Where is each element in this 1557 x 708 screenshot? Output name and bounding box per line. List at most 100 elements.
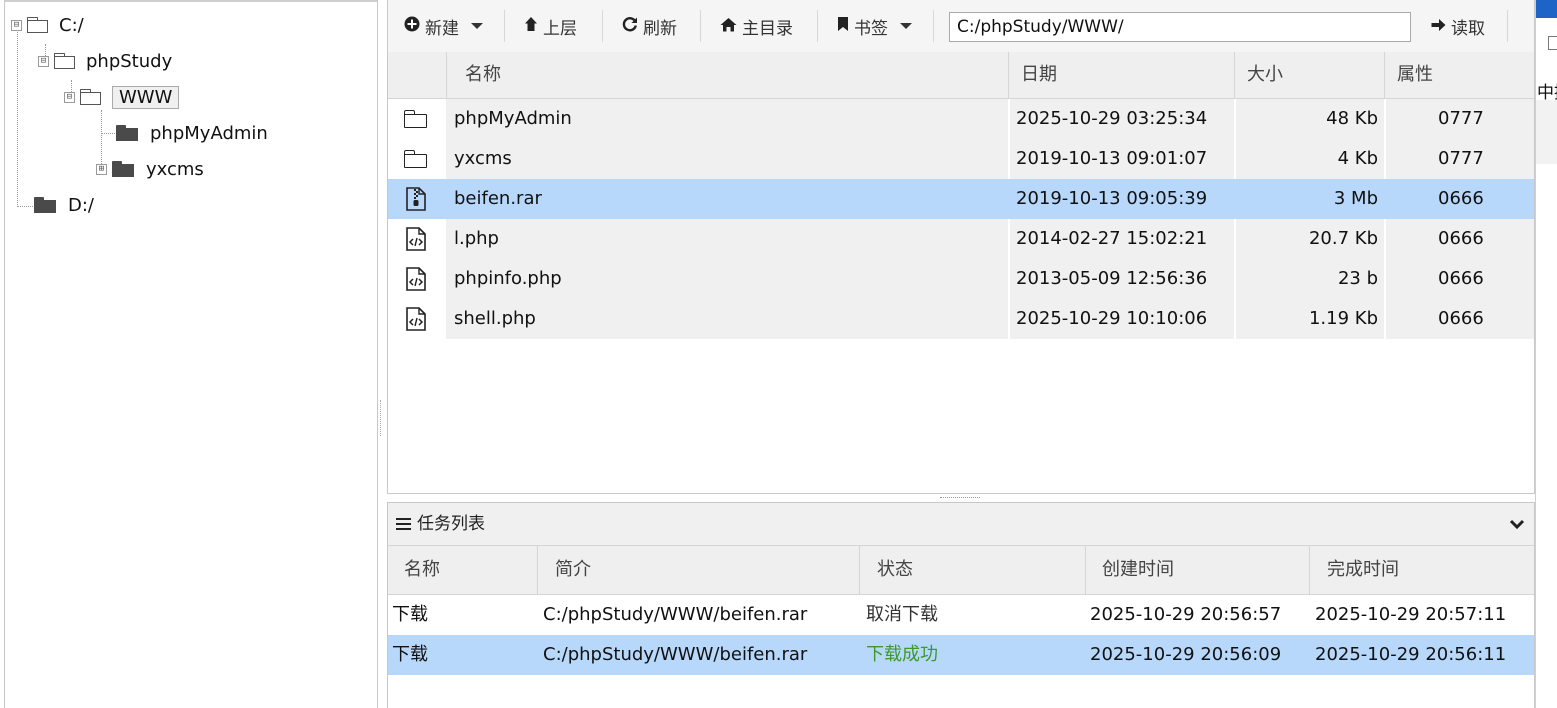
column-divider — [1008, 259, 1010, 299]
file-name[interactable]: shell.php — [454, 299, 536, 339]
task-finished: 2025-10-29 20:56:11 — [1315, 644, 1507, 665]
toolbar-divider — [602, 10, 603, 42]
column-header-attr[interactable]: 属性 — [1384, 52, 1534, 98]
bookmark-label: 书签 — [854, 18, 888, 39]
column-header-size[interactable]: 大小 — [1234, 52, 1384, 98]
tree-node-d-drive[interactable]: D:/ — [34, 190, 94, 220]
file-icon-cell — [388, 179, 446, 219]
home-button[interactable]: 主目录 — [720, 12, 793, 40]
file-row[interactable]: phpMyAdmin 2025-10-29 03:25:34 48 Kb 0777 — [388, 99, 1534, 139]
task-row[interactable]: 下载 C:/phpStudy/WWW/beifen.rar 下载成功 2025-10-… — [388, 635, 1534, 675]
tree-node-label-selected[interactable]: WWW — [112, 85, 180, 109]
task-column-created[interactable]: 创建时间 — [1085, 546, 1309, 594]
read-button[interactable]: 读取 — [1431, 12, 1485, 40]
task-desc: C:/phpStudy/WWW/beifen.rar — [543, 644, 808, 665]
task-status: 取消下载 — [866, 604, 938, 625]
file-name[interactable]: phpMyAdmin — [454, 99, 572, 139]
task-created: 2025-10-29 20:56:09 — [1090, 644, 1282, 665]
task-column-name[interactable]: 名称 — [388, 546, 537, 594]
task-panel-title: 任务列表 — [396, 503, 485, 545]
panel-resize-grip[interactable] — [940, 497, 980, 498]
file-icon-cell — [388, 99, 446, 139]
task-row[interactable]: 下载 C:/phpStudy/WWW/beifen.rar 取消下载 2025-10-… — [388, 595, 1534, 635]
tree-node-label[interactable]: C:/ — [59, 15, 84, 36]
file-attr[interactable]: 0666 — [1438, 299, 1484, 339]
task-column-desc[interactable]: 简介 — [537, 546, 859, 594]
background-window-panel — [1536, 100, 1557, 164]
file-row[interactable]: phpinfo.php 2013-05-09 12:56:36 23 b 0666 — [388, 259, 1534, 299]
tree-node-www[interactable]: ⊟ WWW — [64, 82, 180, 112]
task-column-status[interactable]: 状态 — [859, 546, 1085, 594]
task-list-panel: 任务列表 名称 简介 状态 创建时间 完成时间 下载 C:/phpStudy/WW… — [387, 502, 1535, 708]
toolbar-divider — [1507, 10, 1508, 42]
folder-icon — [112, 161, 134, 177]
arrow-up-icon — [524, 16, 538, 36]
file-date: 2019-10-13 09:01:07 — [1016, 148, 1208, 169]
column-divider — [1008, 299, 1010, 339]
file-table-header: 名称 日期 大小 属性 — [388, 52, 1534, 99]
collapse-icon[interactable]: ⊟ — [38, 55, 49, 67]
splitter-grip[interactable] — [380, 400, 381, 436]
tree-connector — [101, 133, 117, 134]
column-header-date[interactable]: 日期 — [1008, 52, 1234, 98]
archive-file-icon — [406, 187, 426, 211]
column-divider — [1008, 179, 1010, 219]
task-name: 下载 — [392, 604, 428, 625]
collapse-icon[interactable]: ⊟ — [11, 19, 22, 31]
column-divider — [1384, 259, 1386, 299]
read-label: 读取 — [1451, 18, 1485, 39]
pane-splitter[interactable] — [378, 0, 386, 708]
tree-node-label[interactable]: D:/ — [68, 195, 94, 216]
collapse-icon[interactable]: ⊟ — [64, 91, 75, 103]
new-button[interactable]: 新建 — [404, 12, 483, 40]
code-file-icon — [406, 267, 426, 291]
task-column-finished[interactable]: 完成时间 — [1309, 546, 1534, 594]
file-row[interactable]: beifen.rar 2019-10-13 09:05:39 3 Mb 0666 — [388, 179, 1534, 219]
column-divider — [1008, 99, 1010, 139]
file-date: 2013-05-09 12:56:36 — [1016, 268, 1208, 289]
folder-icon — [404, 150, 429, 168]
column-divider — [1008, 139, 1010, 179]
home-label: 主目录 — [742, 18, 793, 39]
column-divider — [1384, 179, 1386, 219]
file-attr[interactable]: 0777 — [1438, 99, 1484, 139]
folder-icon — [404, 110, 429, 128]
file-name[interactable]: phpinfo.php — [454, 259, 562, 299]
tree-node-label[interactable]: phpStudy — [86, 51, 172, 72]
task-created: 2025-10-29 20:56:57 — [1090, 604, 1282, 625]
tree-node-phpstudy[interactable]: ⊟ phpStudy — [38, 46, 172, 76]
file-name[interactable]: beifen.rar — [454, 179, 542, 219]
tree-node-label[interactable]: yxcms — [146, 159, 204, 180]
column-divider — [1384, 299, 1386, 339]
path-input[interactable] — [949, 12, 1411, 42]
expand-icon[interactable]: ⊞ — [96, 163, 107, 175]
chevron-down-icon[interactable] — [1508, 515, 1526, 533]
toolbar-divider — [817, 10, 818, 42]
file-row[interactable]: shell.php 2025-10-29 10:10:06 1.19 Kb 0666 — [388, 299, 1534, 339]
code-file-icon — [406, 307, 426, 331]
file-name[interactable]: l.php — [454, 219, 499, 259]
file-date: 2025-10-29 03:25:34 — [1016, 108, 1208, 129]
refresh-button[interactable]: 刷新 — [622, 12, 677, 40]
file-attr[interactable]: 0666 — [1438, 259, 1484, 299]
file-row[interactable]: l.php 2014-02-27 15:02:21 20.7 Kb 0666 — [388, 219, 1534, 259]
up-level-button[interactable]: 上层 — [524, 12, 577, 40]
file-name[interactable]: yxcms — [454, 139, 512, 179]
file-date: 2014-02-27 15:02:21 — [1016, 228, 1208, 249]
tree-node-c-drive[interactable]: ⊟ C:/ — [11, 10, 84, 40]
bookmark-button[interactable]: 书签 — [837, 12, 912, 40]
tree-node-yxcms[interactable]: ⊞ yxcms — [96, 154, 204, 184]
file-icon-cell — [388, 139, 446, 179]
background-window-edge: 中控 — [1535, 0, 1557, 708]
file-date: 2019-10-13 09:05:39 — [1016, 188, 1208, 209]
file-size: 20.7 Kb — [1308, 228, 1378, 249]
column-header-name[interactable]: 名称 — [446, 52, 1008, 98]
tree-node-phpmyadmin[interactable]: phpMyAdmin — [116, 118, 268, 148]
file-row[interactable]: yxcms 2019-10-13 09:01:07 4 Kb 0777 — [388, 139, 1534, 179]
chevron-down-icon — [471, 23, 483, 29]
file-attr[interactable]: 0666 — [1438, 219, 1484, 259]
file-attr[interactable]: 0777 — [1438, 139, 1484, 179]
file-icon-cell — [388, 219, 446, 259]
file-attr[interactable]: 0666 — [1438, 179, 1484, 219]
tree-node-label[interactable]: phpMyAdmin — [150, 123, 268, 144]
